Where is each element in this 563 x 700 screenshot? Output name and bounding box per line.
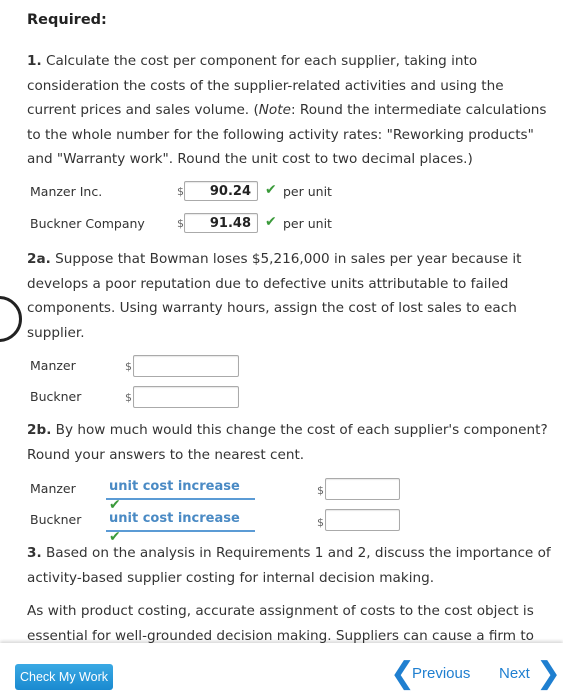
question-2b-text: 2b. By how much would this change the co… [27,418,552,467]
buckner-change-input[interactable] [325,509,400,531]
select-value: unit cost increase [109,511,240,526]
q1-number: 1. [27,53,42,69]
unit-label: per unit [283,184,332,199]
buckner-cost-input[interactable]: 91.48 [184,213,258,233]
question-3-text: 3. Based on the analysis in Requirements… [27,541,552,590]
currency-symbol: $ [177,185,184,198]
q2b-number: 2b. [27,422,52,438]
q3-number: 3. [27,545,42,561]
select-value: unit cost increase [109,479,240,494]
currency-symbol: $ [317,516,324,529]
manzer-change-input[interactable] [325,478,400,500]
unit-label: per unit [283,216,332,231]
currency-symbol: $ [177,217,184,230]
q3-answer: As with product costing, accurate assign… [27,603,534,644]
q2a-number: 2a. [27,251,51,267]
check-icon: ✔ [265,182,277,198]
currency-symbol: $ [125,360,132,373]
check-icon: ✔ [265,214,277,230]
row-label: Buckner [30,512,82,527]
row-label: Manzer [30,358,76,373]
next-button[interactable]: Next [499,665,530,682]
manzer-change-select[interactable]: unit cost increase ✔ [106,478,255,513]
manzer-lost-sales-input[interactable] [133,355,239,377]
row-label: Manzer [30,481,76,496]
required-heading: Required: [27,12,107,28]
row-label: Buckner [30,389,82,404]
question-2a-text: 2a. Suppose that Bowman loses $5,216,000… [27,247,552,345]
row-label: Manzer Inc. [30,184,103,199]
buckner-lost-sales-input[interactable] [133,386,239,408]
currency-symbol: $ [125,391,132,404]
chevron-right-icon[interactable]: ❯ [536,659,561,689]
question-1-text: 1. Calculate the cost per component for … [27,49,552,172]
footer-bar: Check My Work ❮ Previous Next ❯ [0,643,563,700]
previous-button[interactable]: Previous [412,665,470,682]
currency-symbol: $ [317,484,324,497]
q2a-text: Suppose that Bowman loses $5,216,000 in … [27,251,522,341]
manzer-cost-input[interactable]: 90.24 [184,181,258,201]
side-panel-toggle[interactable] [0,296,22,342]
row-label: Buckner Company [30,216,145,231]
q3-text: Based on the analysis in Requirements 1 … [27,545,551,586]
q1-note: Note [258,102,291,118]
q2b-text: By how much would this change the cost o… [27,422,548,463]
check-my-work-button[interactable]: Check My Work [15,664,113,690]
buckner-change-select[interactable]: unit cost increase ✔ [106,510,255,545]
